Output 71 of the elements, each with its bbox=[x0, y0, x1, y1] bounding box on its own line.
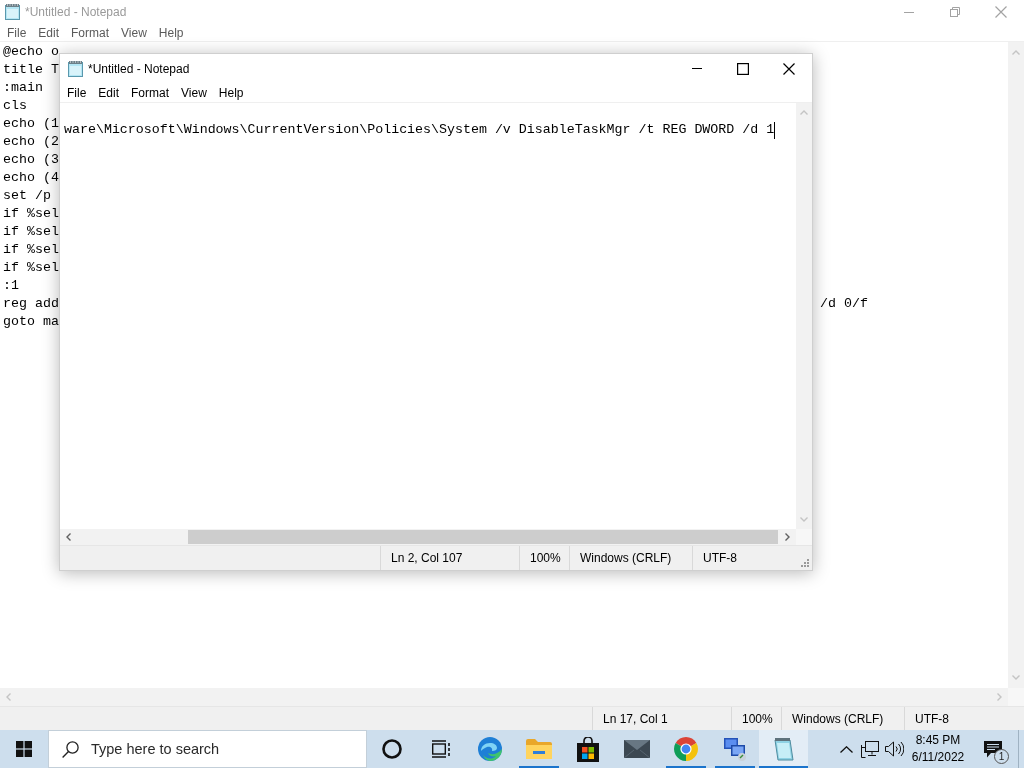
search-field[interactable]: Type here to search bbox=[48, 730, 367, 768]
task-view-icon bbox=[430, 740, 451, 758]
text-editor[interactable]: ware\Microsoft\Windows\CurrentVersion\Policies\System /v DisableTaskMgr /t REG DWORD /d 1 bbox=[60, 103, 796, 529]
close-icon bbox=[783, 62, 795, 75]
wheel-logo-icon bbox=[673, 737, 698, 761]
menu-item[interactable]: Edit bbox=[92, 83, 126, 102]
notepad-icon bbox=[771, 737, 796, 761]
text-line: :1 bbox=[3, 277, 19, 295]
text-line: echo (1 bbox=[3, 115, 59, 133]
line-ending: Windows (CRLF) bbox=[792, 711, 884, 726]
notepad-icon bbox=[68, 60, 83, 77]
text-line: echo (3 bbox=[3, 151, 59, 169]
cursor-position: Ln 17, Col 1 bbox=[603, 711, 668, 726]
text-line: set /p bbox=[3, 187, 51, 205]
text-encoding: UTF-8 bbox=[915, 711, 949, 726]
swirl-logo-icon bbox=[477, 737, 502, 761]
text-line: ware\Microsoft\Windows\CurrentVersion\Policies\System /v DisableTaskMgr /t REG DWORD /d 1 bbox=[64, 121, 775, 139]
vertical-scrollbar[interactable] bbox=[1008, 42, 1024, 688]
menu-item[interactable]: Edit bbox=[32, 24, 66, 41]
menu-item[interactable]: File bbox=[61, 83, 93, 102]
resize-grip-icon[interactable] bbox=[800, 558, 809, 567]
text-encoding: UTF-8 bbox=[703, 551, 737, 565]
text-line: echo (4 bbox=[3, 169, 59, 187]
menu-item[interactable]: Format bbox=[65, 24, 116, 41]
window-title: *Untitled - Notepad bbox=[25, 5, 127, 19]
restore-icon bbox=[950, 7, 960, 17]
text-line: reg add bbox=[3, 295, 59, 313]
minimize-icon bbox=[904, 11, 914, 13]
window-panes-icon bbox=[16, 741, 32, 757]
window-title: *Untitled - Notepad bbox=[88, 61, 190, 76]
menu-item[interactable]: View bbox=[175, 83, 213, 102]
envelope-icon bbox=[623, 740, 650, 758]
menu-item[interactable]: View bbox=[115, 24, 153, 41]
menu-item[interactable]: Help bbox=[152, 24, 190, 41]
text-line: /d 0/f bbox=[820, 295, 868, 313]
zoom-level: 100% bbox=[530, 551, 561, 565]
scrollbar-thumb[interactable] bbox=[188, 530, 778, 544]
notification-button[interactable]: 1 bbox=[970, 730, 1016, 768]
clock-time[interactable]: 8:45 PM bbox=[915, 732, 961, 749]
text-line: if %sel bbox=[3, 241, 59, 259]
text-line: @echo o bbox=[3, 43, 59, 61]
clock-date[interactable]: 6/11/2022 bbox=[911, 749, 965, 766]
text-line: goto ma bbox=[3, 313, 59, 331]
shopping-bag-icon bbox=[576, 736, 599, 762]
horizontal-scrollbar[interactable] bbox=[60, 529, 796, 545]
text-line: cls bbox=[3, 97, 27, 115]
notification-count: 1 bbox=[994, 749, 1009, 764]
folder-icon bbox=[525, 739, 552, 759]
close-icon bbox=[995, 6, 1007, 18]
network-icon bbox=[861, 740, 879, 758]
text-line: if %sel bbox=[3, 205, 59, 223]
monitors-icon bbox=[722, 737, 747, 761]
chevron-up-icon bbox=[839, 745, 853, 753]
volume-icon bbox=[884, 741, 904, 757]
vertical-scrollbar[interactable] bbox=[796, 103, 812, 529]
notepad-icon bbox=[5, 4, 20, 20]
minimize-icon bbox=[692, 68, 702, 69]
ring-icon bbox=[381, 739, 402, 759]
text-line: if %sel bbox=[3, 223, 59, 241]
maximize-icon bbox=[737, 62, 749, 75]
text-line: if %sel bbox=[3, 259, 59, 277]
zoom-level: 100% bbox=[742, 711, 773, 726]
text-line: title T bbox=[3, 61, 59, 79]
menu-item[interactable]: File bbox=[1, 24, 33, 41]
menu-item[interactable]: Help bbox=[212, 83, 250, 102]
cursor-position: Ln 2, Col 107 bbox=[391, 551, 463, 565]
menu-item[interactable]: Format bbox=[125, 83, 176, 102]
text-line: echo (2 bbox=[3, 133, 59, 151]
text-line: :main bbox=[3, 79, 43, 97]
search-icon bbox=[62, 740, 79, 758]
line-ending: Windows (CRLF) bbox=[580, 551, 672, 565]
